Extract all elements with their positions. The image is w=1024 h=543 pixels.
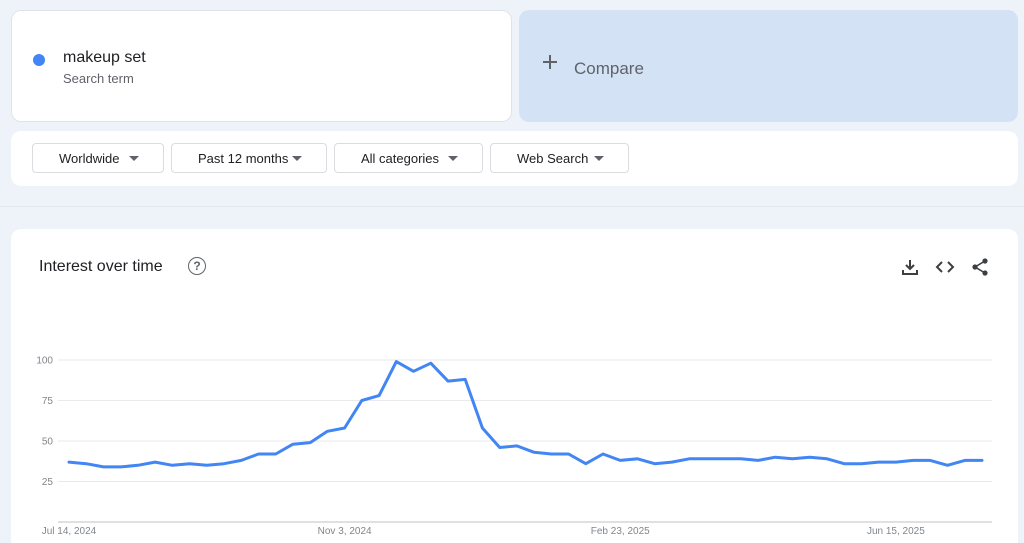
data-point[interactable] [979,457,985,463]
series-color-dot [33,54,45,66]
chevron-down-icon [448,156,458,161]
data-point[interactable] [204,462,210,468]
data-point[interactable] [669,459,675,465]
section-divider [0,206,1024,207]
data-point[interactable] [548,451,554,457]
data-point[interactable] [962,457,968,463]
x-tick-label: Nov 3, 2024 [318,526,372,537]
data-point[interactable] [221,461,227,467]
data-point[interactable] [187,461,193,467]
data-point[interactable] [514,443,520,449]
data-point[interactable] [428,360,434,366]
data-point[interactable] [772,454,778,460]
x-tick-label: Feb 23, 2025 [591,526,650,537]
data-point[interactable] [893,459,899,465]
region-filter[interactable]: Worldwide [32,143,164,173]
chevron-down-icon [594,156,604,161]
data-point[interactable] [824,456,830,462]
data-point[interactable] [790,456,796,462]
data-point[interactable] [927,457,933,463]
data-point[interactable] [135,462,141,468]
chevron-down-icon [129,156,139,161]
time-range-filter[interactable]: Past 12 months [171,143,327,173]
data-point[interactable] [169,462,175,468]
series-line [67,360,984,469]
data-point[interactable] [841,461,847,467]
data-point[interactable] [858,461,864,467]
data-point[interactable] [238,457,244,463]
data-point[interactable] [945,462,951,468]
data-point[interactable] [445,378,451,384]
data-point[interactable] [600,451,606,457]
compare-button[interactable]: Compare [519,10,1018,122]
y-tick-label: 50 [42,437,54,448]
data-point[interactable] [910,457,916,463]
data-point[interactable] [324,428,330,434]
data-point[interactable] [531,449,537,455]
data-point[interactable] [703,456,709,462]
search-type-filter-label: Web Search [517,150,589,166]
data-point[interactable] [255,451,261,457]
category-filter-label: All categories [361,150,440,166]
x-tick-label: Jul 14, 2024 [42,526,97,537]
y-tick-label: 100 [36,356,53,367]
data-point[interactable] [273,451,279,457]
region-filter-label: Worldwide [59,150,120,166]
compare-label: Compare [574,59,644,78]
search-term-type: Search term [63,71,134,86]
search-term-name[interactable]: makeup set [63,49,146,67]
data-point[interactable] [686,456,692,462]
plus-icon [542,54,558,70]
data-point[interactable] [755,457,761,463]
interest-over-time-card: Interest over time ? 25 50 75 100 Jul 14, 20… [11,229,1018,543]
data-point[interactable] [152,459,158,465]
data-point[interactable] [497,444,503,450]
y-tick-label: 25 [42,477,54,488]
data-point[interactable] [583,461,589,467]
search-type-filter[interactable]: Web Search [490,143,629,173]
data-point[interactable] [479,425,485,431]
data-point[interactable] [307,440,313,446]
category-filter[interactable]: All categories [334,143,483,173]
data-point[interactable] [393,359,399,365]
x-tick-label: Jun 15, 2025 [867,526,925,537]
interest-line-chart: 25 50 75 100 Jul 14, 2024 Nov 3, 2024 Feb 23, … [36,356,992,537]
data-point[interactable] [721,456,727,462]
search-term-card[interactable]: makeup set Search term [11,10,512,122]
data-point[interactable] [634,456,640,462]
data-point[interactable] [118,464,124,470]
chevron-down-icon [292,156,302,161]
data-point[interactable] [617,457,623,463]
data-point[interactable] [652,461,658,467]
filter-bar: Worldwide Past 12 months All categories … [11,131,1018,186]
data-point[interactable] [566,451,572,457]
y-tick-label: 75 [42,396,54,407]
data-point[interactable] [376,393,382,399]
data-point[interactable] [66,459,72,465]
time-range-filter-label: Past 12 months [198,150,289,166]
data-point[interactable] [876,459,882,465]
data-point[interactable] [807,454,813,460]
data-point[interactable] [100,464,106,470]
data-point[interactable] [342,425,348,431]
data-point[interactable] [411,368,417,374]
data-point[interactable] [738,456,744,462]
data-point[interactable] [290,441,296,447]
data-point[interactable] [83,461,89,467]
data-point[interactable] [462,376,468,382]
data-point[interactable] [359,398,365,404]
